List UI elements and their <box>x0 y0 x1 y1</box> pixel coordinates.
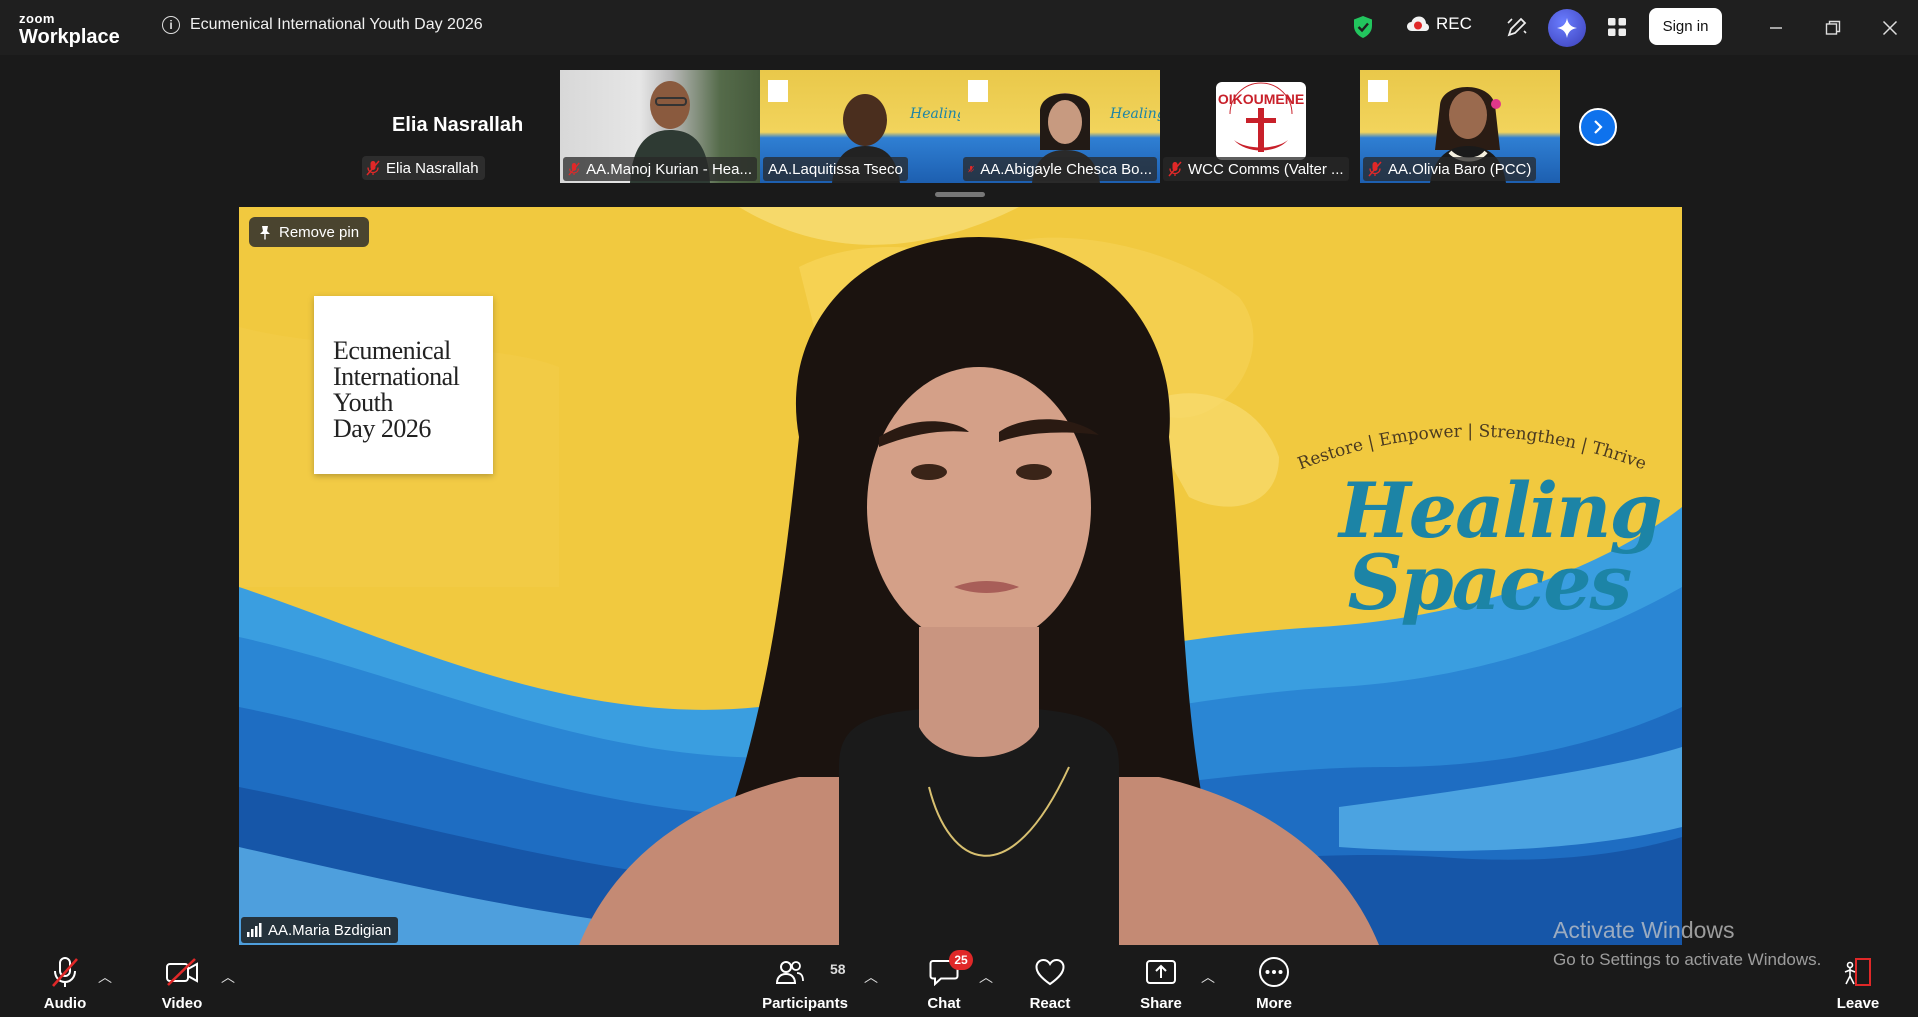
restore-window-icon[interactable] <box>1819 14 1847 42</box>
activate-windows-watermark: Activate Windows Go to Settings to activ… <box>1553 917 1821 970</box>
zoom-workplace-logo: zoom Workplace <box>19 12 129 47</box>
whiteboard-pen-icon[interactable] <box>1502 12 1532 42</box>
active-speaker-name: Elia Nasrallah <box>392 114 524 136</box>
chat-button[interactable]: 25 Chat <box>899 950 989 1012</box>
share-screen-icon <box>1146 960 1176 984</box>
remove-pin-label: Remove pin <box>279 223 360 241</box>
participants-options-caret-icon[interactable]: ︿ <box>864 967 878 987</box>
thumbnail-name: AA.Laquitissa Tseco <box>768 160 903 178</box>
participants-button[interactable]: 58 Participants <box>760 955 850 1012</box>
healing-spaces-title: Healing Spaces <box>1339 466 1663 627</box>
participants-count: 58 <box>830 961 846 977</box>
brand-workplace: Workplace <box>19 26 120 48</box>
thumbnail-label: AA.Abigayle Chesca Bo... <box>963 157 1157 181</box>
participant-thumbnail[interactable]: AA.Olivia Baro (PCC) <box>1360 70 1560 183</box>
leave-button[interactable]: Leave <box>1813 955 1903 1012</box>
rec-label: REC <box>1436 14 1472 33</box>
react-button[interactable]: React <box>1005 955 1095 1012</box>
more-icon <box>1259 957 1289 987</box>
participant-thumbnail[interactable]: AA.Manoj Kurian - Hea... <box>560 70 760 183</box>
connection-signal-icon <box>247 923 262 937</box>
recording-indicator[interactable]: REC <box>1406 14 1472 34</box>
svg-text:Healing: Healing <box>909 106 960 122</box>
participants-icon <box>776 961 804 984</box>
sign-in-button[interactable]: Sign in <box>1649 8 1722 45</box>
meeting-title: Ecumenical International Youth Day 2026 <box>190 16 483 33</box>
spaces-word: Spaces <box>1347 538 1633 627</box>
mic-muted-icon <box>568 162 580 176</box>
close-icon[interactable] <box>1876 14 1904 42</box>
thumbnail-name: AA.Abigayle Chesca Bo... <box>980 160 1152 178</box>
active-speaker-label: Elia Nasrallah <box>386 159 479 177</box>
audio-button[interactable]: Audio <box>20 955 110 1012</box>
leave-label: Leave <box>1836 995 1880 1012</box>
participant-thumbnail[interactable]: Healing AA.Abigayle Chesca Bo... <box>960 70 1160 183</box>
brand-zoom: zoom <box>19 11 55 26</box>
watermark-title: Activate Windows <box>1553 917 1735 943</box>
oikoumene-logo: OIKOUMENE <box>1216 82 1306 160</box>
logo-line: Youth <box>333 388 393 417</box>
thumbnail-name: WCC Comms (Valter ... <box>1188 160 1344 178</box>
title-bar: zoom Workplace i Ecumenical Internationa… <box>0 0 1918 55</box>
share-label: Share <box>1140 995 1182 1012</box>
strip-resize-handle[interactable] <box>935 192 985 197</box>
remove-pin-button[interactable]: Remove pin <box>249 217 370 247</box>
healing-word: Healing <box>1339 466 1663 555</box>
more-label: More <box>1256 995 1292 1012</box>
next-page-button[interactable] <box>1579 108 1617 146</box>
thumbnail-label: WCC Comms (Valter ... <box>1163 157 1349 181</box>
react-label: React <box>1029 995 1071 1012</box>
participant-thumbnail[interactable]: Healing AA.Laquitissa Tseco <box>760 70 960 183</box>
share-button[interactable]: Share <box>1116 955 1206 1012</box>
mic-muted-icon <box>968 165 975 173</box>
more-button[interactable]: More <box>1229 955 1319 1012</box>
thumbnail-name: AA.Olivia Baro (PCC) <box>1388 160 1532 178</box>
apps-grid-icon[interactable] <box>1602 12 1632 42</box>
video-options-caret-icon[interactable]: ︿ <box>221 967 235 987</box>
chevron-right-icon <box>1594 120 1603 134</box>
mic-muted-icon <box>52 957 78 987</box>
oikoumene-text: OIKOUMENE <box>1218 91 1304 107</box>
ai-companion-icon[interactable] <box>1548 9 1586 47</box>
cloud-record-icon <box>1407 16 1429 31</box>
logo-line: Ecumenical <box>333 336 451 365</box>
heart-icon <box>1035 958 1065 986</box>
svg-text:Healing: Healing <box>1109 106 1160 122</box>
video-label: Video <box>161 995 203 1012</box>
main-video[interactable]: Ecumenical International Youth Day 2026 … <box>239 207 1682 945</box>
thumbnail-label: AA.Manoj Kurian - Hea... <box>563 157 757 181</box>
video-button[interactable]: Video <box>137 955 227 1012</box>
mic-muted-icon <box>366 160 380 176</box>
video-off-icon <box>166 958 198 986</box>
audio-label: Audio <box>43 995 87 1012</box>
participant-name: AA.Maria Bzdigian <box>268 921 392 939</box>
mic-muted-icon <box>1368 161 1382 177</box>
watermark-subtitle: Go to Settings to activate Windows. <box>1553 950 1822 969</box>
security-shield-icon[interactable] <box>1352 15 1374 39</box>
chat-unread-badge: 25 <box>949 950 973 970</box>
meeting-info[interactable]: i Ecumenical International Youth Day 202… <box>162 16 483 34</box>
thumbnail-name: AA.Manoj Kurian - Hea... <box>586 160 752 178</box>
participant-name-tag: AA.Maria Bzdigian <box>241 917 399 943</box>
participants-label: Participants <box>762 995 848 1012</box>
info-icon[interactable]: i <box>162 16 180 34</box>
logo-line: Day 2026 <box>333 414 431 443</box>
minimize-icon[interactable] <box>1762 14 1790 42</box>
participant-thumbnail[interactable]: OIKOUMENE WCC Comms (Valter ... <box>1160 70 1360 183</box>
event-logo-card: Ecumenical International Youth Day 2026 <box>314 296 493 474</box>
share-options-caret-icon[interactable]: ︿ <box>1201 967 1215 987</box>
audio-options-caret-icon[interactable]: ︿ <box>98 967 112 987</box>
tagline: Restore | Empower | Strengthen | Thrive <box>1295 421 1649 474</box>
active-speaker-tag: Elia Nasrallah <box>362 156 485 180</box>
chat-label: Chat <box>927 995 961 1012</box>
thumbnail-label: AA.Laquitissa Tseco <box>763 157 908 181</box>
logo-line: International <box>333 362 460 391</box>
leave-door-icon <box>1844 958 1871 986</box>
pin-icon <box>260 225 270 239</box>
mic-muted-icon <box>1168 161 1182 177</box>
chat-options-caret-icon[interactable]: ︿ <box>979 967 993 987</box>
thumbnail-label: AA.Olivia Baro (PCC) <box>1363 157 1537 181</box>
